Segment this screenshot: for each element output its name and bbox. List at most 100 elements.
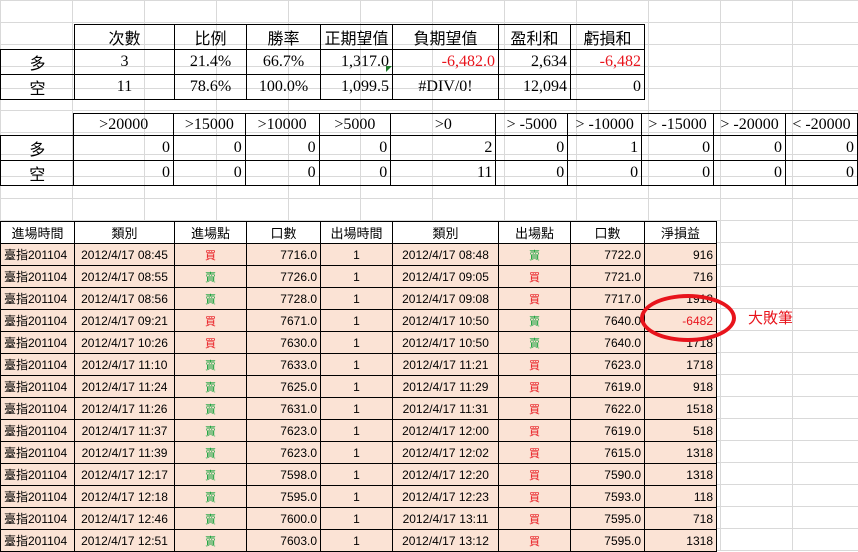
summary-cell[interactable]: 21.4% (174, 49, 247, 75)
bucket-header-cell[interactable]: < -20000 (784, 113, 858, 136)
trade-cell[interactable]: 7623.0 (246, 419, 321, 442)
bucket-header-cell[interactable]: >10000 (244, 113, 320, 136)
bucket-cell[interactable]: 0 (641, 160, 715, 186)
trade-cell[interactable]: 臺指201104 (0, 463, 75, 486)
trade-cell[interactable]: 7717.0 (570, 287, 645, 310)
summary-cell[interactable]: 1,317.0 (320, 49, 393, 75)
trade-cell[interactable]: 2012/4/17 10:50 (392, 331, 499, 354)
trade-cell[interactable]: 臺指201104 (0, 419, 75, 442)
trade-cell[interactable]: 臺指201104 (0, 397, 75, 420)
trade-cell[interactable]: 2012/4/17 11:24 (74, 375, 175, 398)
trade-cell[interactable]: 2012/4/17 10:50 (392, 309, 499, 332)
summary-cell[interactable]: 0 (570, 74, 645, 100)
trade-cell[interactable]: 買 (498, 265, 571, 288)
trade-cell[interactable]: 2012/4/17 08:48 (392, 243, 499, 266)
trade-cell[interactable]: 賣 (498, 309, 571, 332)
trade-cell[interactable]: 2012/4/17 09:05 (392, 265, 499, 288)
trade-cell[interactable]: 7623.0 (246, 441, 321, 464)
bucket-header-cell[interactable]: > -15000 (641, 113, 715, 136)
trade-cell[interactable]: 1 (320, 243, 393, 266)
trade-cell[interactable]: 2012/4/17 13:11 (392, 507, 499, 530)
trade-cell[interactable]: 買 (498, 529, 571, 552)
trade-cell[interactable]: 1 (320, 485, 393, 508)
trade-cell[interactable]: 1 (320, 419, 393, 442)
trade-cell[interactable]: 2012/4/17 13:12 (392, 529, 499, 552)
bucket-cell[interactable]: 0 (244, 160, 320, 186)
bucket-header-cell[interactable]: >5000 (318, 113, 392, 136)
trade-cell[interactable]: 賣 (174, 419, 247, 442)
summary-cell[interactable]: 12,094 (498, 74, 571, 100)
trade-cell[interactable]: 賣 (174, 353, 247, 376)
trade-cell[interactable]: 7640.0 (570, 309, 645, 332)
trade-header-cell[interactable]: 進場時間 (0, 221, 75, 244)
trade-cell[interactable]: 1 (320, 375, 393, 398)
bucket-header-cell[interactable]: >15000 (172, 113, 246, 136)
trade-cell[interactable]: 1318 (644, 441, 717, 464)
trade-cell[interactable]: 7603.0 (246, 529, 321, 552)
trade-cell[interactable]: 買 (498, 463, 571, 486)
trade-cell[interactable]: 2012/4/17 12:00 (392, 419, 499, 442)
trade-cell[interactable]: 7595.0 (570, 529, 645, 552)
summary-cell[interactable]: #DIV/0! (392, 74, 499, 100)
trade-cell[interactable]: 2012/4/17 11:39 (74, 441, 175, 464)
bucket-header-cell[interactable]: >0 (390, 113, 497, 136)
trade-cell[interactable]: 7633.0 (246, 353, 321, 376)
trade-cell[interactable]: 1318 (644, 529, 717, 552)
trade-cell[interactable]: 916 (644, 243, 717, 266)
trade-cell[interactable]: 賣 (174, 441, 247, 464)
trade-cell[interactable]: 2012/4/17 11:26 (74, 397, 175, 420)
trade-cell[interactable]: 1 (320, 353, 393, 376)
trade-cell[interactable]: 賣 (174, 485, 247, 508)
summary-header-cell[interactable]: 正期望值 (320, 24, 393, 50)
trade-header-cell[interactable]: 出場時間 (320, 221, 393, 244)
trade-cell[interactable]: 1918 (644, 287, 717, 310)
trade-cell[interactable]: 118 (644, 485, 717, 508)
trade-cell[interactable]: 買 (498, 507, 571, 530)
trade-cell[interactable]: 賣 (498, 331, 571, 354)
bucket-cell[interactable]: 0 (318, 135, 392, 161)
bucket-cell[interactable]: 0 (73, 135, 174, 161)
trade-cell[interactable]: 2012/4/17 11:29 (392, 375, 499, 398)
trade-header-cell[interactable]: 進場點 (174, 221, 247, 244)
trade-cell[interactable]: 1718 (644, 331, 717, 354)
trade-cell[interactable]: 7622.0 (570, 397, 645, 420)
trade-cell[interactable]: 2012/4/17 12:51 (74, 529, 175, 552)
summary-cell[interactable]: 2,634 (498, 49, 571, 75)
trade-cell[interactable]: 7726.0 (246, 265, 321, 288)
trade-cell[interactable]: 2012/4/17 12:46 (74, 507, 175, 530)
trade-header-cell[interactable]: 類別 (74, 221, 175, 244)
trade-cell[interactable]: 買 (498, 375, 571, 398)
trade-cell[interactable]: 買 (174, 331, 247, 354)
trade-cell[interactable]: 7619.0 (570, 419, 645, 442)
trade-cell[interactable]: 7623.0 (570, 353, 645, 376)
trade-cell[interactable]: 1 (320, 287, 393, 310)
trade-cell[interactable]: 1518 (644, 397, 717, 420)
trade-cell[interactable]: 7615.0 (570, 441, 645, 464)
summary-header-cell[interactable]: 盈利和 (498, 24, 571, 50)
trade-cell[interactable]: 2012/4/17 12:20 (392, 463, 499, 486)
trade-cell[interactable]: 臺指201104 (0, 265, 75, 288)
trade-cell[interactable]: 買 (498, 419, 571, 442)
trade-cell[interactable]: 7625.0 (246, 375, 321, 398)
trade-cell[interactable]: 7630.0 (246, 331, 321, 354)
summary-header-cell[interactable]: 次數 (74, 24, 175, 50)
trade-cell[interactable]: 1 (320, 331, 393, 354)
trade-cell[interactable]: 買 (498, 353, 571, 376)
trade-cell[interactable]: 7590.0 (570, 463, 645, 486)
bucket-cell[interactable]: 0 (567, 160, 643, 186)
trade-cell[interactable]: 買 (498, 485, 571, 508)
trade-cell[interactable]: 2012/4/17 12:17 (74, 463, 175, 486)
summary-cell[interactable]: 3 (74, 49, 175, 75)
trade-cell[interactable]: 1 (320, 309, 393, 332)
trade-cell[interactable]: 918 (644, 375, 717, 398)
trade-cell[interactable]: 2012/4/17 08:56 (74, 287, 175, 310)
bucket-header-cell[interactable]: > -20000 (713, 113, 786, 136)
trade-header-cell[interactable]: 口數 (570, 221, 645, 244)
trade-cell[interactable]: 賣 (174, 265, 247, 288)
trade-cell[interactable]: 臺指201104 (0, 287, 75, 310)
trade-cell[interactable]: 7595.0 (570, 507, 645, 530)
bucket-cell[interactable]: 0 (172, 135, 246, 161)
bucket-header-cell[interactable]: > -5000 (495, 113, 569, 136)
summary-cell[interactable]: 100.0% (246, 74, 321, 100)
summary-cell[interactable]: 66.7% (246, 49, 321, 75)
